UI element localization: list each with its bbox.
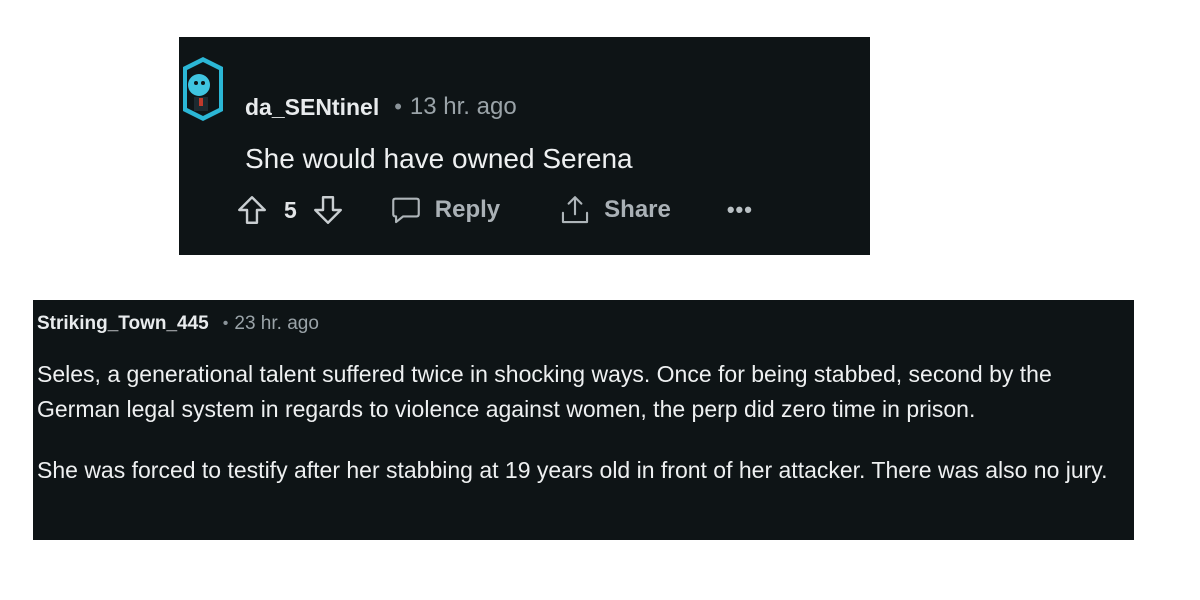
comment-body: Seles, a generational talent suffered tw… xyxy=(37,357,1127,514)
more-options-button[interactable]: ••• xyxy=(727,197,753,223)
comment-action-bar: 5 Reply Share ••• xyxy=(235,190,753,230)
upvote-button[interactable] xyxy=(235,193,269,227)
share-button[interactable]: Share xyxy=(558,193,671,227)
comment-username[interactable]: Striking_Town_445 xyxy=(37,313,209,335)
share-label: Share xyxy=(604,196,671,223)
comment-paragraph: She was forced to testify after her stab… xyxy=(37,457,1108,483)
user-avatar[interactable] xyxy=(183,57,223,121)
comment-card-top: da_SENtinel • 13 hr. ago She would have … xyxy=(179,37,870,255)
vote-score: 5 xyxy=(284,196,297,223)
comment-paragraph: Seles, a generational talent suffered tw… xyxy=(37,361,1052,422)
share-upload-icon xyxy=(562,196,589,224)
reply-label: Reply xyxy=(434,196,501,223)
comment-body: She would have owned Serena xyxy=(245,143,633,174)
comment-meta: da_SENtinel • 13 hr. ago xyxy=(245,93,517,121)
comment-timestamp[interactable]: 13 hr. ago xyxy=(410,93,517,121)
reply-button[interactable]: Reply xyxy=(389,193,500,227)
comment-meta: Striking_Town_445 • 23 hr. ago xyxy=(37,313,319,335)
comment-timestamp[interactable]: 23 hr. ago xyxy=(234,313,319,335)
meta-separator: • xyxy=(394,94,402,119)
comment-username[interactable]: da_SENtinel xyxy=(245,94,379,121)
downvote-button[interactable] xyxy=(311,193,345,227)
comment-card-bottom: Striking_Town_445 • 23 hr. ago Seles, a … xyxy=(33,300,1134,540)
meta-separator: • xyxy=(222,315,229,332)
arrow-down-outline-icon xyxy=(313,196,342,224)
speech-bubble-icon xyxy=(391,197,420,224)
arrow-up-outline-icon xyxy=(238,196,266,224)
